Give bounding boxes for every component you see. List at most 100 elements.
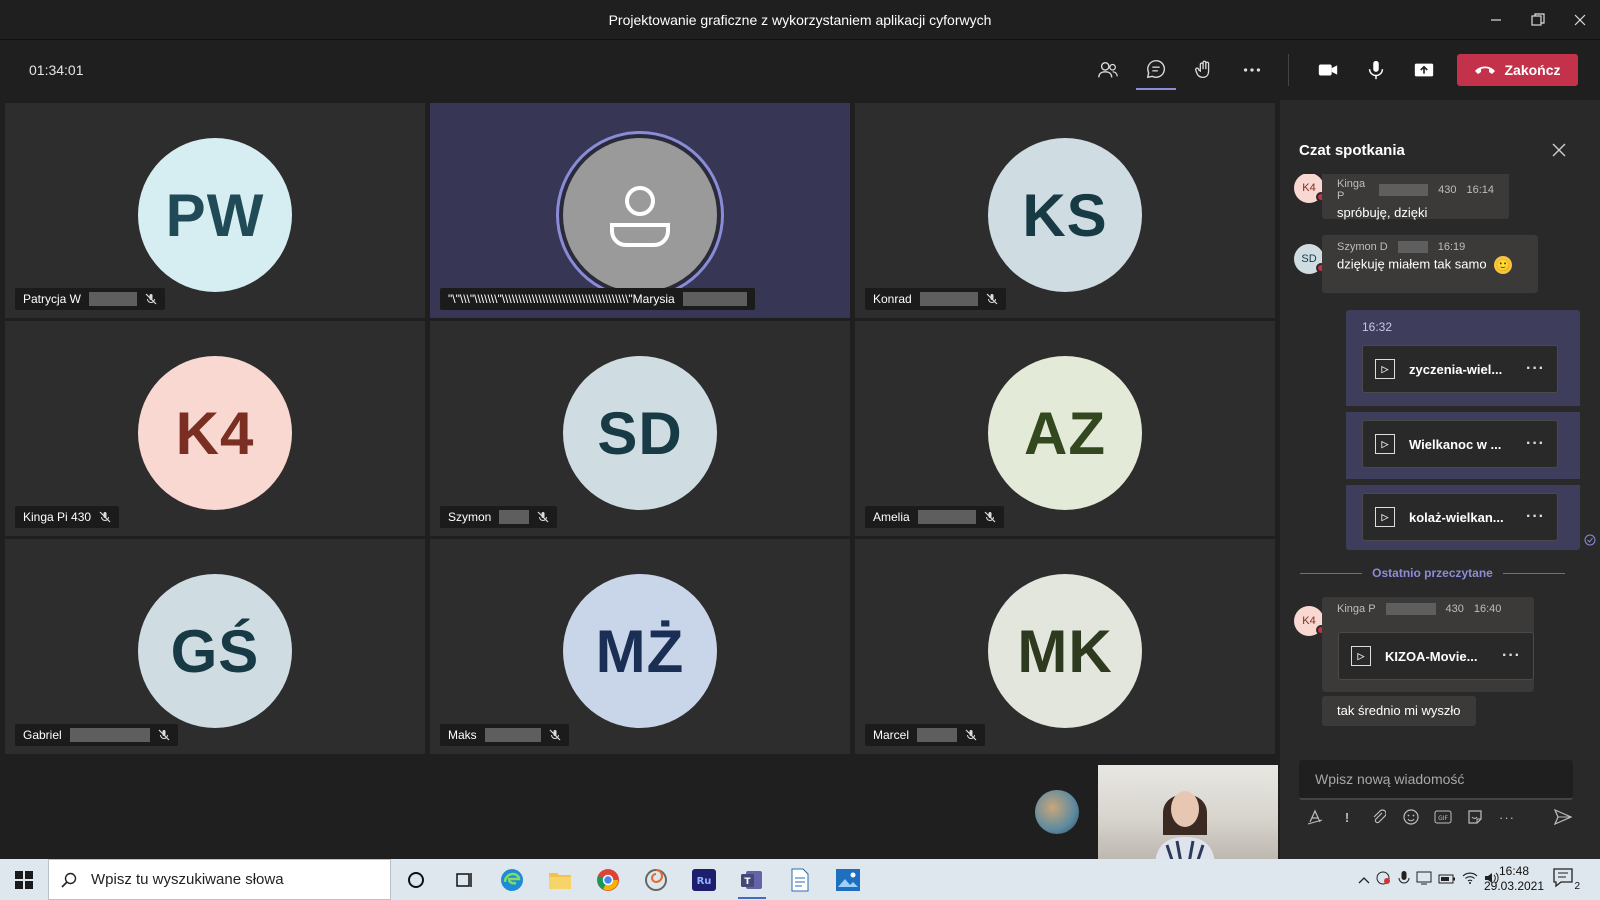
participant-name: "\"\\\"\\\\\\\"\\\\\\\\\\\\\\\\\\\\\\\\\… xyxy=(448,292,675,306)
participant-nameplate: Gabriel xyxy=(15,724,178,746)
task-view-icon[interactable] xyxy=(444,863,484,897)
participant-avatar: PW xyxy=(138,138,292,292)
redaction-bar xyxy=(89,292,138,306)
participant-tile[interactable]: SD Szymon xyxy=(430,321,850,536)
minimize-icon[interactable] xyxy=(1478,6,1514,34)
more-icon[interactable]: ··· xyxy=(1526,360,1545,378)
restore-icon[interactable] xyxy=(1520,6,1556,34)
chat-author: Kinga P xyxy=(1337,178,1366,202)
security-icon[interactable] xyxy=(1376,871,1392,888)
redaction-bar xyxy=(499,510,530,524)
chat-icon[interactable] xyxy=(1136,50,1176,90)
chat-avatar: SD xyxy=(1294,244,1326,274)
presence-overlay xyxy=(1294,174,1326,203)
people-icon[interactable] xyxy=(1088,50,1128,90)
app-spiral-icon[interactable] xyxy=(636,863,676,897)
format-icon[interactable] xyxy=(1299,805,1331,829)
close-chat-icon[interactable] xyxy=(1545,136,1573,164)
chat-message[interactable]: tak średnio mi wyszło xyxy=(1322,696,1476,726)
more-icon[interactable]: ··· xyxy=(1526,435,1545,453)
participant-avatar: GŚ xyxy=(138,574,292,728)
teams-icon[interactable]: T xyxy=(732,863,772,899)
participant-tile[interactable]: AZ Amelia xyxy=(855,321,1275,536)
participant-avatar xyxy=(563,138,717,292)
svg-text:GIF: GIF xyxy=(1438,815,1448,822)
mic-muted-icon xyxy=(984,511,996,523)
participant-name: Kinga Pi 430 xyxy=(23,510,92,524)
participant-avatar: MŻ xyxy=(563,574,717,728)
redaction-bar xyxy=(917,728,958,742)
file-attachment[interactable]: ▷ KIZOA-Movie... ··· xyxy=(1338,632,1534,680)
windows-start-icon[interactable] xyxy=(0,859,48,900)
chat-text: dziękuję miałem tak samo xyxy=(1337,256,1487,272)
chat-message-meta: Szymon D 16:19 xyxy=(1337,241,1523,253)
participant-tile-active-speaker[interactable]: "\"\\\"\\\\\\\"\\\\\\\\\\\\\\\\\\\\\\\\\… xyxy=(430,103,850,318)
own-message-group: 16:32 ▷ zyczenia-wiel... ··· ▷ Wielkanoc… xyxy=(1346,310,1580,550)
chat-message-list[interactable]: K4 Kinga P 430 16:14 spróbuję, dzięki SD… xyxy=(1280,174,1600,779)
chat-message[interactable]: Kinga P 430 16:14 spróbuję, dzięki xyxy=(1322,174,1509,220)
camera-icon[interactable] xyxy=(1308,50,1348,90)
redaction-bar xyxy=(919,292,978,306)
video-file-icon: ▷ xyxy=(1375,507,1395,527)
participant-tile[interactable]: K4 Kinga Pi 430 xyxy=(5,321,425,536)
presence-holder xyxy=(1294,174,1326,203)
mic-icon[interactable] xyxy=(1356,50,1396,90)
emoji-icon[interactable] xyxy=(1395,805,1427,829)
file-attachment[interactable]: ▷ Wielkanoc w ... ··· xyxy=(1362,420,1558,468)
participant-tile[interactable]: MK Marcel xyxy=(855,539,1275,754)
taskbar-clock[interactable]: 16:48 29.03.2021 xyxy=(1478,864,1550,894)
participant-overflow-avatar[interactable] xyxy=(1035,790,1079,834)
file-name: kolaż-wielkan... xyxy=(1409,509,1504,525)
clock-time: 16:48 xyxy=(1498,864,1530,878)
display-icon[interactable] xyxy=(1416,871,1432,888)
edge-browser-icon[interactable] xyxy=(492,863,532,897)
more-icon[interactable]: ··· xyxy=(1502,647,1521,665)
end-call-button[interactable]: Zakończ xyxy=(1457,54,1578,86)
more-icon[interactable]: ··· xyxy=(1491,805,1523,829)
svg-text:T: T xyxy=(744,877,751,887)
window-titlebar: Projektowanie graficzne z wykorzystaniem… xyxy=(0,0,1600,40)
more-icon[interactable] xyxy=(1232,50,1272,90)
reactions-icon[interactable] xyxy=(1184,50,1224,90)
cortana-icon[interactable] xyxy=(396,863,436,897)
notification-center-icon[interactable]: 2 xyxy=(1553,868,1581,892)
file-explorer-icon[interactable] xyxy=(540,863,580,897)
wifi-icon[interactable] xyxy=(1462,872,1478,887)
file-attachment[interactable]: ▷ zyczenia-wiel... ··· xyxy=(1362,345,1558,393)
chrome-icon[interactable] xyxy=(588,863,628,897)
participant-tile[interactable]: PW Patrycja W xyxy=(5,103,425,318)
self-video-preview[interactable] xyxy=(1098,765,1278,859)
document-icon[interactable] xyxy=(780,863,820,897)
send-icon[interactable] xyxy=(1547,805,1579,829)
own-message-time: 16:32 xyxy=(1362,320,1393,334)
taskbar-search-input[interactable]: Wpisz tu wyszukiwane słowa xyxy=(48,859,391,900)
battery-icon[interactable] xyxy=(1438,873,1456,887)
close-icon[interactable] xyxy=(1562,6,1598,34)
participant-tile[interactable]: MŻ Maks xyxy=(430,539,850,754)
attach-icon[interactable] xyxy=(1363,805,1395,829)
more-icon[interactable]: ··· xyxy=(1526,508,1545,526)
svg-text:Ru: Ru xyxy=(697,876,712,887)
redaction-bar xyxy=(484,728,541,742)
participant-name: Gabriel xyxy=(23,728,62,742)
participant-tile[interactable]: KS Konrad xyxy=(855,103,1275,318)
person-icon xyxy=(610,186,670,247)
gif-icon[interactable]: GIF xyxy=(1427,805,1459,829)
important-icon[interactable]: ! xyxy=(1331,805,1363,829)
chat-text: tak średnio mi wyszło xyxy=(1337,703,1461,718)
message-compose-input[interactable]: Wpisz nową wiadomość xyxy=(1299,760,1573,800)
self-video-person-image xyxy=(1155,791,1215,859)
participant-tile[interactable]: GŚ Gabriel xyxy=(5,539,425,754)
chevron-up-icon[interactable] xyxy=(1358,873,1370,887)
photos-icon[interactable] xyxy=(828,863,868,897)
sticker-icon[interactable] xyxy=(1459,805,1491,829)
file-attachment[interactable]: ▷ kolaż-wielkan... ··· xyxy=(1362,493,1558,541)
share-icon[interactable] xyxy=(1404,50,1444,90)
chat-avatar-initials: K4 xyxy=(1302,615,1316,627)
chat-timestamp: 16:14 xyxy=(1466,184,1494,196)
video-file-icon: ▷ xyxy=(1351,646,1371,666)
microphone-tray-icon[interactable] xyxy=(1398,870,1410,889)
chat-message[interactable]: Szymon D 16:19 dziękuję miałem tak samo … xyxy=(1322,235,1538,293)
mic-muted-icon xyxy=(99,511,111,523)
premiere-rush-icon[interactable]: Ru xyxy=(684,863,724,897)
